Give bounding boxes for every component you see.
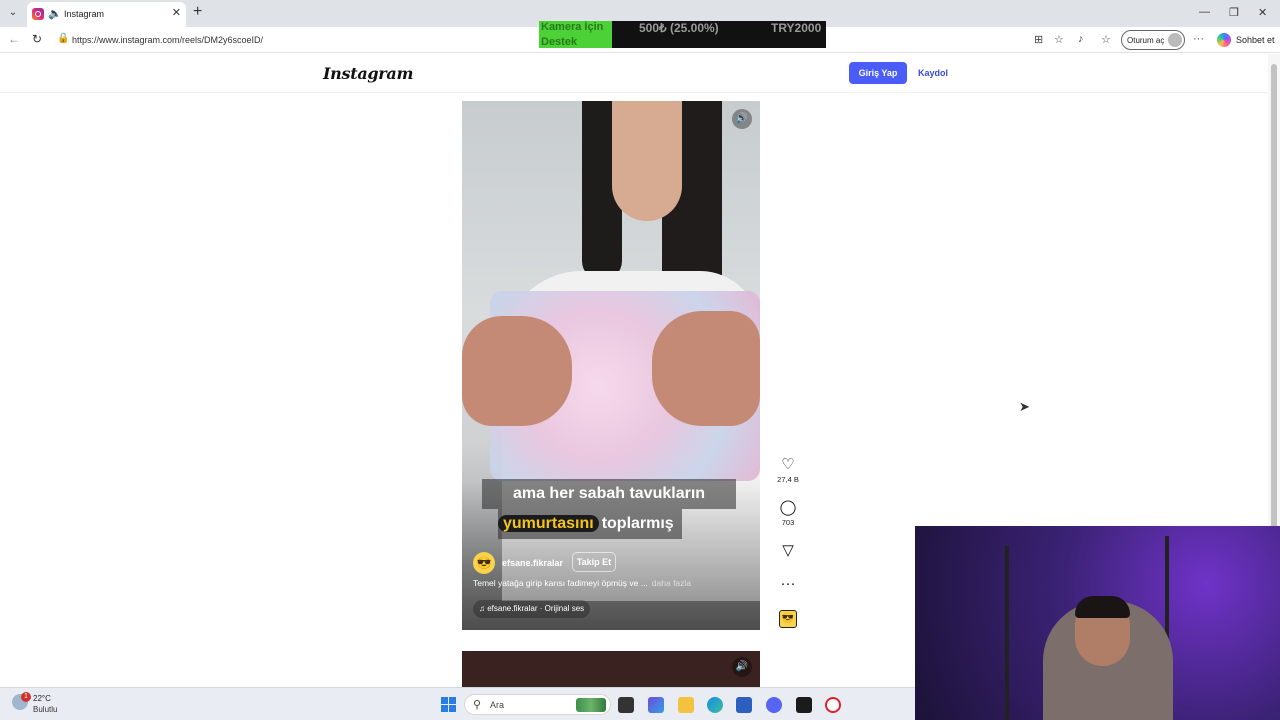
audio-label: efsane.fikralar · Orijinal ses xyxy=(487,604,585,613)
browser-essentials-icon[interactable]: ♪ xyxy=(1078,33,1084,45)
instagram-favicon-icon xyxy=(32,8,44,20)
donation-goal: TRY2000 xyxy=(771,21,822,35)
comment-icon: ◯ xyxy=(779,499,797,516)
caption-line2: yumurtasını toplarmış xyxy=(498,509,682,539)
heart-icon: ♡ xyxy=(781,456,795,473)
tab-actions-icon[interactable]: ⌄ xyxy=(4,4,22,22)
task-view-icon[interactable] xyxy=(618,697,634,713)
share-icon: ▽ xyxy=(782,542,794,559)
comment-count: 703 xyxy=(781,518,795,527)
music-icon: ♫ xyxy=(479,604,485,613)
browser-tab[interactable]: 🔈 Instagram ✕ xyxy=(27,2,186,27)
more-link[interactable]: daha fazla xyxy=(652,578,691,588)
android-app-icon[interactable] xyxy=(796,697,812,713)
like-button[interactable]: ♡ 27,4 B xyxy=(776,455,800,484)
site-info-icon[interactable]: 🔒 xyxy=(57,33,69,44)
windows-taskbar: 1 22°C Bulutlu ⚲ Ara xyxy=(0,687,915,720)
like-count: 27,4 B xyxy=(777,475,799,484)
caption-highlight: yumurtasını xyxy=(498,515,599,532)
reel-description: Temel yatağa girip karısı fadimeyi öpmüş… xyxy=(473,578,691,588)
tab-title: Instagram xyxy=(64,9,105,19)
login-button[interactable]: Giriş Yap xyxy=(849,62,907,84)
file-explorer-icon[interactable] xyxy=(678,697,694,713)
video-content xyxy=(462,316,572,426)
copilot-label[interactable]: Sohbet et xyxy=(1236,35,1275,45)
search-highlight-icon xyxy=(576,698,606,712)
next-reel-video[interactable]: 🔊 xyxy=(462,651,760,687)
speaker-icon[interactable]: 🔊 xyxy=(732,657,752,677)
address-url: https://www.instagram.com/reels/DM2y6sco… xyxy=(72,35,264,45)
instagram-header: Instagram Giriş Yap Kaydol xyxy=(0,54,1268,93)
scrollbar-thumb[interactable] xyxy=(1271,64,1277,534)
start-icon[interactable] xyxy=(441,697,456,712)
favorites-icon[interactable]: ☆ xyxy=(1101,33,1111,46)
discord-icon[interactable] xyxy=(766,697,782,713)
settings-more-icon[interactable]: ··· xyxy=(1193,33,1204,45)
back-icon[interactable]: ← xyxy=(8,32,20,46)
tab-audio-icon[interactable]: 🔈 xyxy=(48,7,62,20)
tab-close-icon[interactable]: ✕ xyxy=(172,6,181,19)
weather-temperature[interactable]: 22°C xyxy=(33,694,51,703)
minimize-icon[interactable]: — xyxy=(1199,6,1210,18)
edge-icon[interactable] xyxy=(707,697,723,713)
weather-condition[interactable]: Bulutlu xyxy=(33,705,57,714)
more-options-button[interactable]: ··· xyxy=(776,575,800,592)
webcam-person xyxy=(1075,596,1130,618)
video-content xyxy=(652,311,760,426)
author-avatar[interactable]: 😎 xyxy=(473,552,495,574)
favorite-star-icon[interactable]: ☆ xyxy=(1054,33,1064,46)
search-placeholder: Ara xyxy=(490,700,505,710)
donation-title-line1: Kamera İçin xyxy=(541,21,604,33)
weather-badge: 1 xyxy=(21,692,31,702)
donation-title-line2: Destek xyxy=(541,36,578,48)
store-icon[interactable] xyxy=(736,697,752,713)
comment-button[interactable]: ◯ 703 xyxy=(776,498,800,527)
profile-avatar-icon xyxy=(1168,33,1182,47)
donation-goal-overlay: Kamera İçin Destek 500₺ (25.00%) TRY2000 xyxy=(539,21,826,48)
app-available-icon[interactable]: ⊞ xyxy=(1034,33,1043,46)
author-username[interactable]: efsane.fikralar xyxy=(502,558,563,568)
new-tab-icon[interactable]: + xyxy=(193,3,202,21)
copilot-icon[interactable] xyxy=(1217,33,1231,47)
search-icon: ⚲ xyxy=(473,699,482,711)
follow-button[interactable]: Takip Et xyxy=(572,552,616,572)
opera-icon[interactable] xyxy=(825,697,841,713)
refresh-icon[interactable]: ↻ xyxy=(32,32,42,46)
window-close-icon[interactable]: ✕ xyxy=(1258,6,1267,19)
taskbar-search[interactable]: ⚲ Ara xyxy=(464,694,611,715)
reel-video[interactable]: 🔊 ama her sabah tavukların yumurtasını to… xyxy=(462,101,760,630)
speaker-icon[interactable]: 🔊 xyxy=(732,109,752,129)
video-content xyxy=(612,101,682,221)
share-button[interactable]: ▽ xyxy=(776,541,800,559)
caption-rest: toplarmış xyxy=(601,515,674,532)
caption-line1: ama her sabah tavukların xyxy=(482,479,736,509)
signin-button[interactable]: Oturum aç xyxy=(1121,30,1185,50)
mouse-cursor-icon: ➤ xyxy=(1019,399,1030,414)
restore-icon[interactable]: ❐ xyxy=(1229,6,1239,19)
donation-amount: 500₺ (25.00%) xyxy=(639,21,719,35)
webcam-overlay xyxy=(915,526,1280,720)
audio-chip[interactable]: ♫ efsane.fikralar · Orijinal ses xyxy=(473,600,591,618)
signin-label: Oturum aç xyxy=(1127,36,1165,45)
more-icon: ··· xyxy=(780,575,796,592)
copilot-app-icon[interactable] xyxy=(648,697,664,713)
instagram-logo[interactable]: Instagram xyxy=(323,64,413,83)
audio-thumbnail-icon[interactable]: 😎 xyxy=(779,610,797,628)
description-text: Temel yatağa girip karısı fadimeyi öpmüş… xyxy=(473,578,648,588)
signup-link[interactable]: Kaydol xyxy=(918,68,948,78)
webcam-content xyxy=(1005,546,1009,720)
